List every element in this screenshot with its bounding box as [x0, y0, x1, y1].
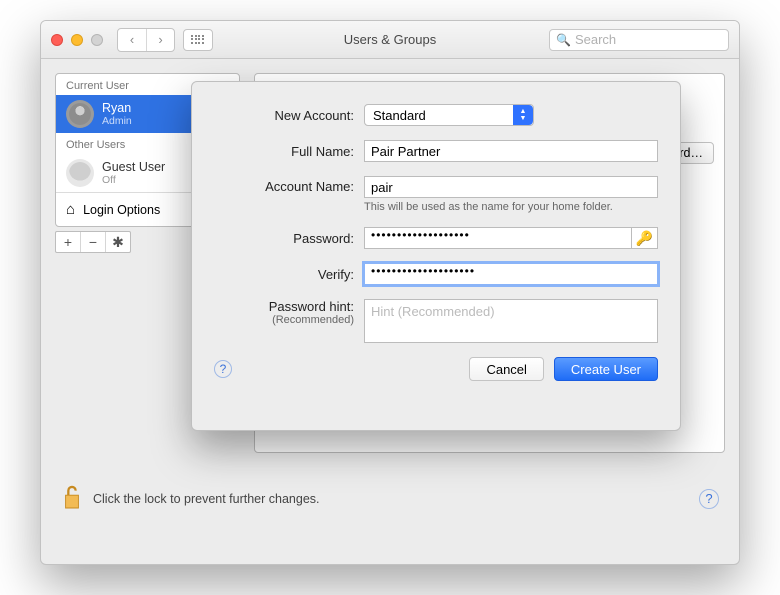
login-options-label: Login Options	[83, 203, 160, 217]
account-type-select[interactable]: Standard ▲▼	[364, 104, 534, 126]
password-hint-input[interactable]: Hint (Recommended)	[364, 299, 658, 343]
label-verify: Verify:	[214, 267, 364, 282]
account-name-input[interactable]	[364, 176, 658, 198]
avatar-icon	[66, 100, 94, 128]
label-password: Password:	[214, 231, 364, 246]
forward-button[interactable]: ›	[146, 29, 174, 51]
remove-user-button[interactable]: −	[80, 232, 105, 252]
help-button[interactable]: ?	[699, 489, 719, 509]
user-list-toolbar: + − ✱	[55, 231, 131, 253]
home-icon: ⌂	[66, 201, 75, 218]
password-input[interactable]: •••••••••••••••••••	[364, 227, 632, 249]
search-input[interactable]: 🔍 Search	[549, 29, 729, 51]
search-icon: 🔍	[556, 33, 571, 47]
preferences-window: ‹ › Users & Groups 🔍 Search Current User	[40, 20, 740, 565]
label-account-name: Account Name:	[214, 176, 364, 194]
account-type-value: Standard	[373, 108, 426, 123]
nav-buttons: ‹ ›	[117, 28, 175, 52]
show-all-prefs-button[interactable]	[183, 29, 213, 51]
minimize-window-button[interactable]	[71, 34, 83, 46]
user-options-button[interactable]: ✱	[105, 232, 130, 252]
user-role: Admin	[102, 115, 132, 127]
lock-row: Click the lock to prevent further change…	[55, 453, 725, 514]
chevron-updown-icon: ▲▼	[513, 105, 533, 125]
key-icon: 🔑	[636, 230, 653, 247]
back-button[interactable]: ‹	[118, 29, 146, 51]
user-name: Guest User	[102, 160, 165, 174]
add-user-button[interactable]: +	[56, 232, 80, 252]
zoom-window-button[interactable]	[91, 34, 103, 46]
search-placeholder: Search	[575, 32, 616, 47]
avatar-icon	[66, 159, 94, 187]
verify-password-input[interactable]: ••••••••••••••••••••	[364, 263, 658, 285]
new-account-sheet: New Account: Standard ▲▼ Full Name: Acco…	[191, 81, 681, 431]
label-new-account: New Account:	[214, 108, 364, 123]
titlebar: ‹ › Users & Groups 🔍 Search	[41, 21, 739, 59]
lock-icon[interactable]	[61, 483, 83, 514]
cancel-button[interactable]: Cancel	[469, 357, 543, 381]
traffic-lights	[51, 34, 103, 46]
label-full-name: Full Name:	[214, 144, 364, 159]
password-assistant-button[interactable]: 🔑	[632, 227, 658, 249]
full-name-input[interactable]	[364, 140, 658, 162]
sheet-help-button[interactable]: ?	[214, 360, 232, 378]
grid-icon	[191, 35, 205, 45]
lock-hint-text: Click the lock to prevent further change…	[93, 492, 320, 506]
close-window-button[interactable]	[51, 34, 63, 46]
account-name-hint: This will be used as the name for your h…	[364, 201, 658, 213]
label-password-hint: Password hint: (Recommended)	[214, 299, 364, 326]
user-role: Off	[102, 174, 165, 186]
create-user-button[interactable]: Create User	[554, 357, 658, 381]
user-name: Ryan	[102, 101, 132, 115]
